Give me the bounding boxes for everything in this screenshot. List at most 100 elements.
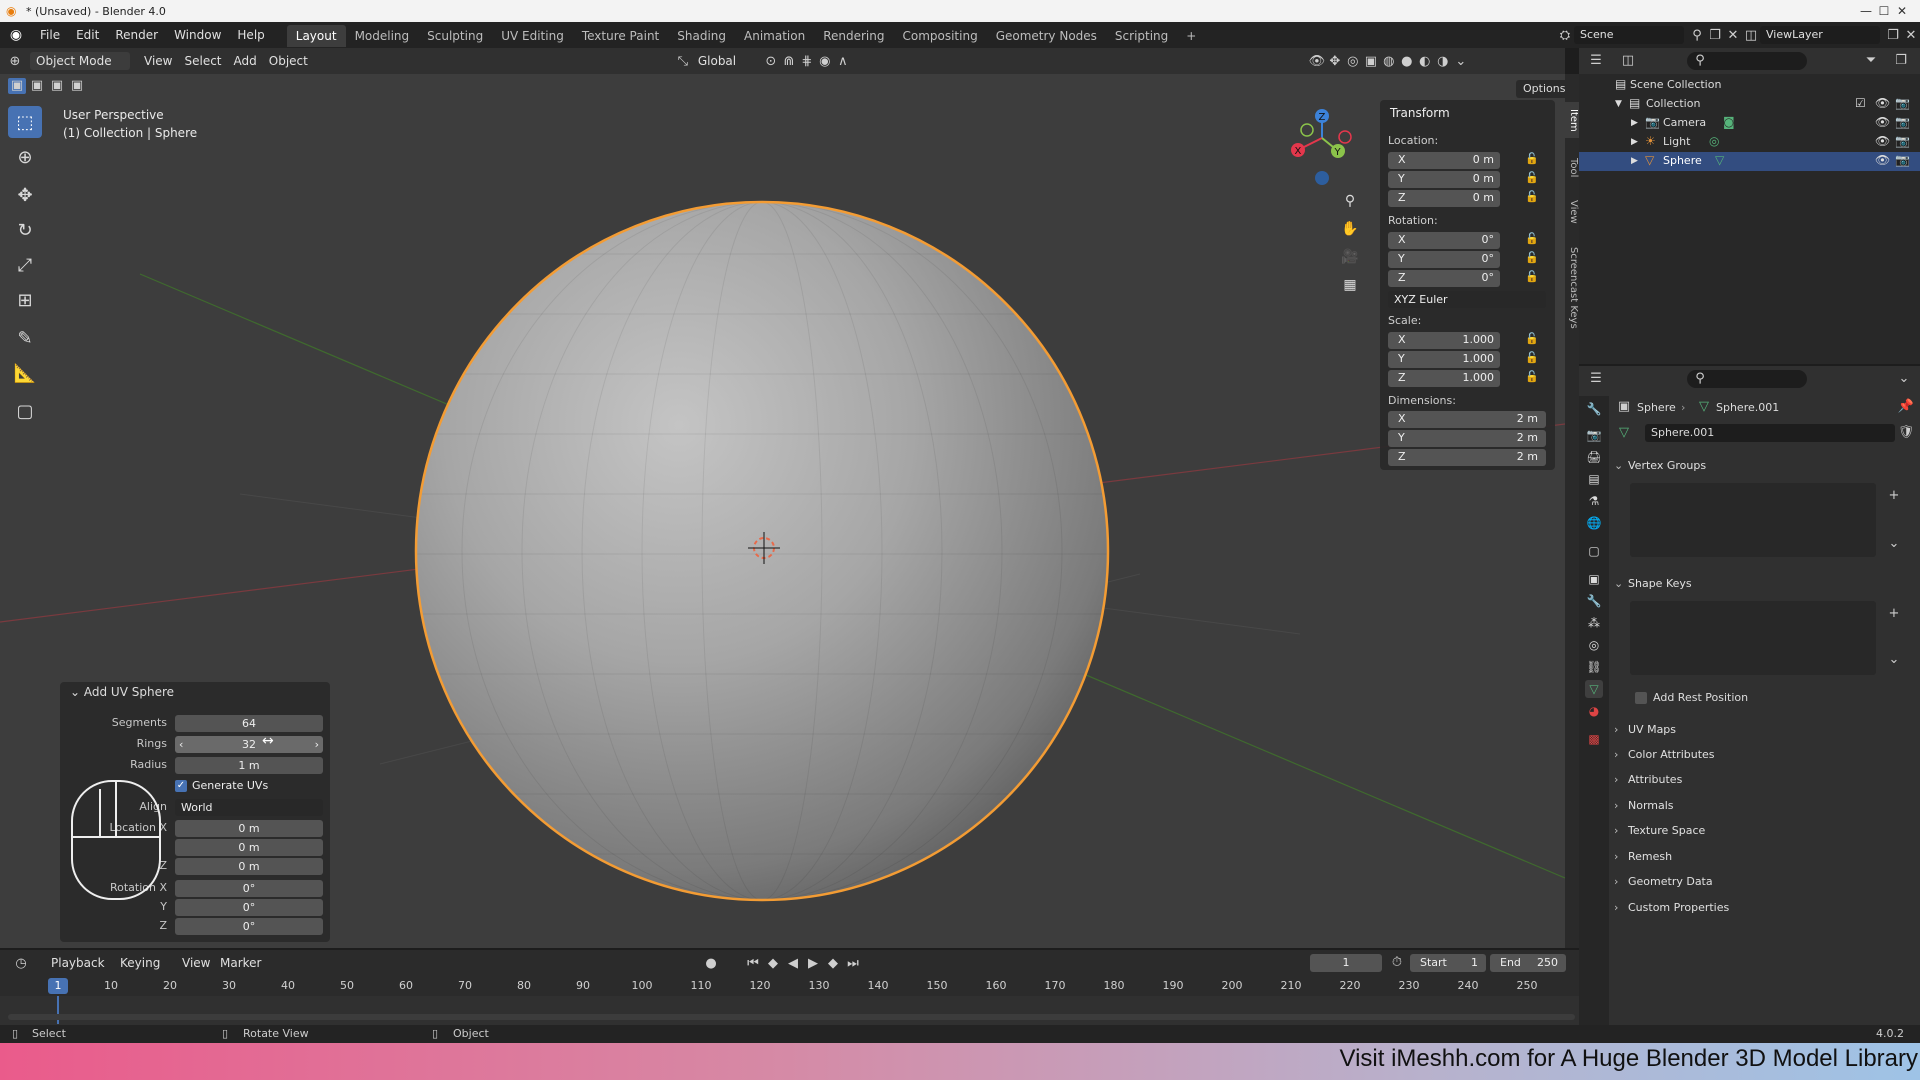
rotation-z-input[interactable]: 0°	[175, 918, 323, 935]
play-icon[interactable]: ▶	[804, 956, 822, 971]
outliner-scene-collection[interactable]: ▤ Scene Collection	[1579, 76, 1920, 95]
tab-screencast-keys[interactable]: Screencast Keys	[1565, 238, 1579, 338]
jump-start-icon[interactable]: ⏮	[744, 956, 762, 971]
tab-item[interactable]: Item	[1565, 102, 1579, 138]
timeline-scrollbar[interactable]	[8, 1014, 1575, 1020]
remove-scene-icon[interactable]: ✕	[1724, 28, 1742, 43]
checkbox-icon[interactable]	[1635, 691, 1647, 704]
modifier-tab-icon[interactable]: 🔧	[1585, 592, 1603, 610]
lock-icon[interactable]: 🔓	[1524, 171, 1540, 187]
increment-icon[interactable]: ›	[315, 736, 319, 753]
add-workspace-button[interactable]: +	[1177, 25, 1205, 47]
outliner-item-light[interactable]: ▶ ☀ Light ◎ 👁 📷	[1579, 133, 1920, 152]
checkbox-icon[interactable]: ☑	[1855, 96, 1866, 110]
dimension-z-field[interactable]: Z2 m	[1388, 449, 1546, 466]
physics-tab-icon[interactable]: ◎	[1585, 636, 1603, 654]
dimension-y-field[interactable]: Y2 m	[1388, 430, 1546, 447]
tab-rendering[interactable]: Rendering	[814, 25, 893, 47]
menu-render[interactable]: Render	[107, 22, 166, 48]
location-z-field[interactable]: Z0 m	[1388, 190, 1500, 207]
output-tab-icon[interactable]: 🖨	[1585, 448, 1603, 466]
section-geometry-data[interactable]: › Geometry Data	[1614, 871, 1914, 893]
end-frame-field[interactable]: End 250	[1490, 954, 1566, 972]
blender-menu-icon[interactable]: ◉	[0, 27, 32, 43]
rotation-x-field[interactable]: X 0°	[1388, 232, 1500, 249]
chevron-down-icon[interactable]: ▼	[1615, 99, 1622, 109]
menu-window[interactable]: Window	[166, 22, 229, 48]
rotation-z-field[interactable]: Z 0°	[1388, 270, 1500, 287]
eye-icon[interactable]: 👁	[1875, 134, 1890, 148]
jump-end-icon[interactable]: ⏭	[844, 956, 862, 971]
collection-tab-icon[interactable]: ▢	[1585, 542, 1603, 560]
pin-icon[interactable]: 📌	[1897, 399, 1915, 414]
menu-file[interactable]: File	[32, 22, 68, 48]
visibility-icon[interactable]: 👁	[1308, 54, 1326, 69]
mesh-data-icon[interactable]: ▽	[1715, 153, 1724, 167]
chevron-right-icon[interactable]: ▶	[1631, 137, 1638, 147]
particles-tab-icon[interactable]: ⁂	[1585, 614, 1603, 632]
menu-help[interactable]: Help	[229, 22, 272, 48]
pin-icon[interactable]: ⚲	[1688, 28, 1706, 43]
chevron-down-icon[interactable]: ⌄	[1885, 652, 1903, 667]
rendered-shading-icon[interactable]: ◑	[1434, 54, 1452, 69]
outliner-item-sphere[interactable]: ▶ ▽ Sphere ▽ 👁 📷	[1579, 152, 1920, 171]
lock-icon[interactable]: 🔓	[1524, 251, 1540, 267]
segments-field[interactable]: 64	[175, 715, 323, 732]
constraints-tab-icon[interactable]: ⛓	[1585, 658, 1603, 676]
timeline-ruler[interactable]: 1 10 20 30 40 50 60 70 80 90 100 110 120…	[0, 976, 1579, 996]
prev-keyframe-icon[interactable]: ◆	[764, 956, 782, 971]
section-vertex-groups[interactable]: ⌄ Vertex Groups	[1614, 455, 1914, 477]
tab-modeling[interactable]: Modeling	[346, 25, 419, 47]
menu-view[interactable]: View	[138, 52, 178, 70]
gizmo-toggle-icon[interactable]: ✥	[1326, 54, 1344, 69]
lock-icon[interactable]: 🔓	[1524, 232, 1540, 248]
overlay-toggle-icon[interactable]: ◎	[1344, 54, 1362, 69]
editor-type-icon[interactable]: ⊕	[6, 54, 24, 69]
wireframe-shading-icon[interactable]: ◍	[1380, 54, 1398, 69]
rotate-tool-icon[interactable]: ↻	[8, 214, 42, 246]
menu-view[interactable]: View	[176, 954, 216, 972]
eye-icon[interactable]: 👁	[1875, 96, 1890, 110]
zoom-icon[interactable]: ⚲	[1337, 188, 1363, 214]
play-reverse-icon[interactable]: ◀	[784, 956, 802, 971]
scale-x-field[interactable]: X 1.000	[1388, 332, 1500, 349]
mesh-name-field[interactable]: Sphere.001	[1645, 424, 1895, 442]
tab-texture-paint[interactable]: Texture Paint	[573, 25, 668, 47]
pivot-point-icon[interactable]: ⊙	[762, 54, 780, 69]
section-remesh[interactable]: › Remesh	[1614, 846, 1914, 868]
select-box-tool-icon[interactable]: ⬚	[8, 106, 42, 138]
add-cube-tool-icon[interactable]: ▢	[8, 395, 42, 427]
lock-icon[interactable]: 🔓	[1524, 152, 1540, 168]
camera-render-icon[interactable]: 📷	[1895, 115, 1910, 129]
chevron-down-icon[interactable]: ⌄	[1885, 536, 1903, 551]
outliner-item-camera[interactable]: ▶ 📷 Camera ◙ 👁 📷	[1579, 114, 1920, 133]
new-scene-icon[interactable]: ❐	[1706, 28, 1724, 43]
current-frame-field[interactable]: 1	[1310, 954, 1382, 972]
scale-z-field[interactable]: Z 1.000	[1388, 370, 1500, 387]
select-intersect-icon[interactable]: ▣	[68, 78, 86, 96]
xray-icon[interactable]: ▣	[1362, 54, 1380, 69]
outliner-collection[interactable]: ▼ ▤ Collection ☑ 👁 📷	[1579, 95, 1920, 114]
material-tab-icon[interactable]: ◕	[1585, 702, 1603, 720]
shape-keys-list[interactable]	[1630, 601, 1876, 675]
location-z-input[interactable]: 0 m	[175, 858, 323, 875]
display-mode-icon[interactable]: ◫	[1619, 53, 1637, 68]
tab-compositing[interactable]: Compositing	[893, 25, 986, 47]
select-subtract-icon[interactable]: ▣	[48, 78, 66, 96]
remove-view-layer-icon[interactable]: ✕	[1902, 28, 1920, 43]
new-view-layer-icon[interactable]: ❐	[1884, 28, 1902, 43]
mode-selector[interactable]: Object Mode	[30, 52, 130, 70]
camera-render-icon[interactable]: 📷	[1895, 134, 1910, 148]
section-shape-keys[interactable]: ⌄ Shape Keys	[1614, 573, 1914, 595]
perspective-toggle-icon[interactable]: ▦	[1337, 272, 1363, 298]
section-uv-maps[interactable]: › UV Maps	[1614, 719, 1914, 741]
next-keyframe-icon[interactable]: ◆	[824, 956, 842, 971]
new-collection-icon[interactable]: ❐	[1892, 53, 1910, 68]
rotation-x-input[interactable]: 0°	[175, 880, 323, 897]
tab-view[interactable]: View	[1565, 194, 1579, 230]
location-x-input[interactable]: 0 m	[175, 820, 323, 837]
fake-user-icon[interactable]: 🛡	[1897, 425, 1915, 440]
rotation-y-input[interactable]: 0°	[175, 899, 323, 916]
transform-orientation-selector[interactable]: Global	[692, 52, 762, 70]
select-extend-icon[interactable]: ▣	[28, 78, 46, 96]
